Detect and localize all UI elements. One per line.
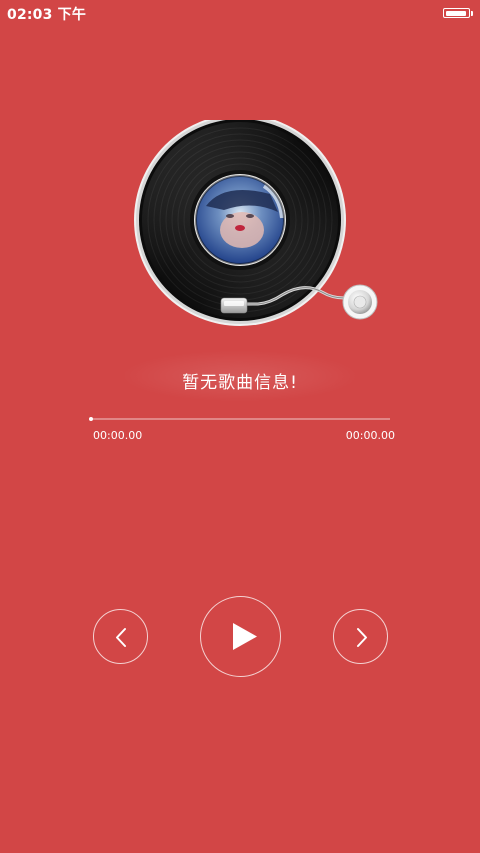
status-time: 02:03 下午 [7,7,87,23]
current-time: 00:00.00 [93,429,143,442]
play-button[interactable] [200,596,281,677]
chevron-left-icon [116,628,126,647]
battery-tip [471,11,473,16]
chevron-right-icon [357,628,367,647]
play-icon [233,623,257,650]
progress-bar[interactable] [90,418,390,420]
battery-level [445,10,467,16]
battery-icon [443,8,470,18]
previous-button[interactable] [93,609,148,664]
next-button[interactable] [333,609,388,664]
tone-arm-pivot [342,284,378,320]
song-info-text: 暂无歌曲信息! [182,373,298,393]
vinyl-record [134,120,346,326]
total-time: 00:00.00 [345,429,395,442]
status-bar: 02:03 下午 [0,0,480,26]
progress-knob[interactable] [89,417,93,421]
